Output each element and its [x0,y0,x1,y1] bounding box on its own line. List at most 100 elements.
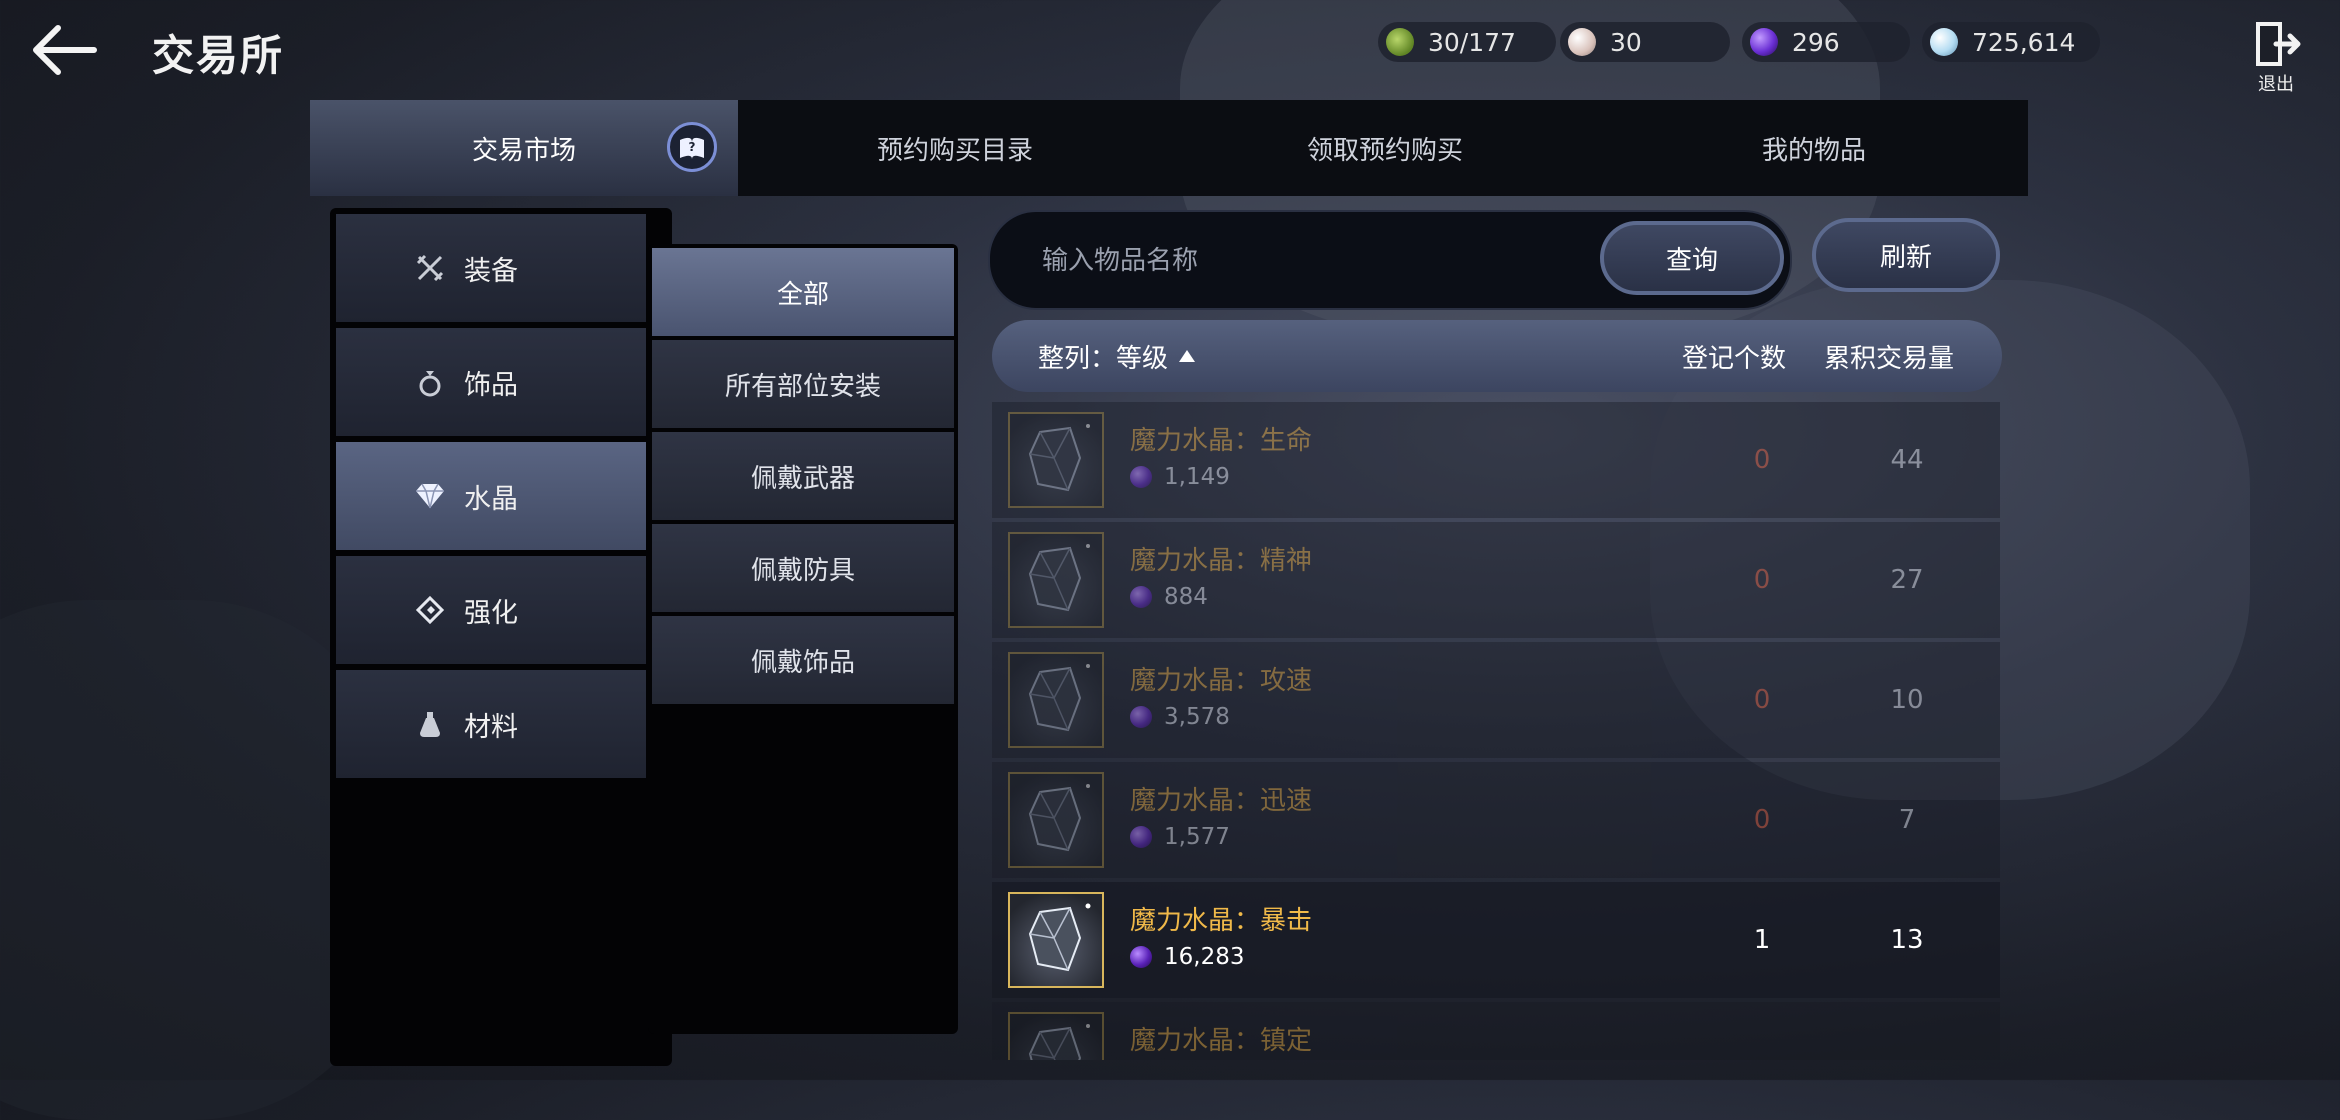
item-name: 魔力水晶：生命 [1130,426,1313,456]
item-price: 884 [1130,584,1208,610]
svg-text:?: ? [689,140,696,154]
tab-claim-reserved-purchase[interactable]: 领取预约购买 [1170,100,1600,196]
magic-crystal-icon [1130,706,1152,728]
subcategory-armor[interactable]: 佩戴防具 [652,524,954,612]
magic-crystal-icon [1130,466,1152,488]
tab-my-items[interactable]: 我的物品 [1600,100,2028,196]
category-crystal[interactable]: 水晶 [336,442,646,550]
subcategory-all-slots[interactable]: 所有部位安装 [652,340,954,428]
column-total-volume: 累积交易量 [1824,343,1955,374]
category-panel: 装备 饰品 水晶 强化 材料 [330,208,672,1066]
item-price: 3,578 [1130,704,1230,730]
item-price-value: 884 [1164,584,1208,610]
item-price: 1,577 [1130,824,1230,850]
crystal-item-icon [1008,412,1104,508]
magic-crystal-icon [1130,826,1152,848]
tab-label: 交易市场 [471,135,576,166]
query-button[interactable]: 查询 [1600,221,1784,295]
category-label: 材料 [464,711,518,743]
column-registered-count: 登记个数 [1682,343,1787,374]
item-name: 魔力水晶：迅速 [1130,786,1313,816]
tab-label: 预约购买目录 [876,135,1033,166]
triangle-up-icon [1179,350,1196,362]
diamond-icon [414,480,446,512]
refresh-button[interactable]: 刷新 [1812,218,2000,292]
ring-icon [414,366,446,398]
stamina-icon [1386,28,1414,56]
category-material[interactable]: 材料 [336,670,646,778]
category-enhance[interactable]: 强化 [336,556,646,664]
subcategory-accessory[interactable]: 佩戴饰品 [652,616,954,704]
currency-magic-crystal: 296 [1742,22,1910,62]
exit-door-icon [2256,22,2301,66]
item-name: 魔力水晶：攻速 [1130,666,1313,696]
item-trade-volume: 27 [1890,565,1924,595]
arrow-left-icon [33,25,97,75]
pearl-icon [1568,28,1596,56]
item-registered-count: 0 [1753,565,1771,595]
magic-crystal-icon [1130,586,1152,608]
crossed-swords-icon [414,252,446,284]
list-header: 整列：等级 登记个数 累积交易量 [992,320,2002,392]
exit-button[interactable]: 退出 [2250,18,2302,96]
category-label: 强化 [464,597,518,629]
currency-value: 296 [1792,27,1840,57]
item-trade-volume: 13 [1890,925,1924,955]
search-box: 查询 [988,210,1792,310]
category-equipment[interactable]: 装备 [336,214,646,322]
currency-value: 725,614 [1972,27,2076,57]
magic-crystal-icon [1130,946,1152,968]
item-price-value: 1,149 [1164,464,1230,490]
crystal-item-icon [1008,772,1104,868]
search-input[interactable] [1040,212,1564,310]
list-item[interactable]: 魔力水晶：迅速 1,577 0 7 [992,762,2000,878]
list-item[interactable]: 魔力水晶：镇定 0 7 [992,1002,2000,1060]
category-accessory[interactable]: 饰品 [336,328,646,436]
exit-label: 退出 [2258,74,2294,95]
sort-button[interactable]: 整列：等级 [1038,320,1198,392]
page-title: 交易所 [152,31,285,80]
subcategory-all[interactable]: 全部 [652,248,954,336]
item-price: 1,149 [1130,464,1230,490]
item-trade-volume: 10 [1890,685,1924,715]
silver-coin-icon [1930,28,1958,56]
crystal-item-icon [1008,532,1104,628]
back-button[interactable] [30,22,100,78]
currency-value: 30 [1610,27,1642,57]
list-item[interactable]: 魔力水晶：攻速 3,578 0 10 [992,642,2000,758]
item-list[interactable]: 魔力水晶：生命 1,149 0 44 魔力水晶：精神 884 0 27 魔力水晶… [992,402,2000,1060]
item-name: 魔力水晶：精神 [1130,546,1313,576]
sort-label: 整列：等级 [1038,343,1169,374]
crystal-item-icon [1008,1012,1104,1060]
enhance-icon [414,594,446,626]
tab-reserved-purchase-list[interactable]: 预约购买目录 [740,100,1170,196]
currency-value: 30/177 [1428,27,1516,57]
item-price-value: 3,578 [1164,704,1230,730]
item-trade-volume: 7 [1872,1028,1942,1060]
list-item[interactable]: 魔力水晶：精神 884 0 27 [992,522,2000,638]
category-label: 饰品 [464,369,518,401]
item-registered-count: 0 [1753,445,1771,475]
subcategory-weapon[interactable]: 佩戴武器 [652,432,954,520]
item-price: 16,283 [1130,944,1244,970]
item-trade-volume: 7 [1898,805,1916,835]
item-price-value: 16,283 [1164,944,1245,970]
book-question-glyph: ? [680,137,704,159]
category-label: 装备 [464,255,518,287]
item-price-value: 1,577 [1164,824,1230,850]
tab-label: 我的物品 [1761,135,1866,166]
item-registered-count: 0 [1753,805,1771,835]
category-label: 水晶 [464,483,518,515]
potion-bottle-icon [414,708,446,740]
tab-bar: 交易市场 ? 预约购买目录 领取预约购买 我的物品 [310,100,2028,196]
item-registered-count: 1 [1753,925,1771,955]
help-book-icon[interactable]: ? [667,122,717,172]
tab-label: 领取预约购买 [1306,135,1463,166]
currency-silver: 725,614 [1922,22,2100,62]
list-item[interactable]: 魔力水晶：生命 1,149 0 44 [992,402,2000,518]
currency-stamina: 30/177 [1378,22,1556,62]
tab-trade-market[interactable]: 交易市场 ? [310,100,738,196]
crystal-item-icon [1008,892,1104,988]
list-item[interactable]: 魔力水晶：暴击 16,283 1 13 [992,882,2000,998]
item-name: 魔力水晶：镇定 [1130,1026,1313,1056]
